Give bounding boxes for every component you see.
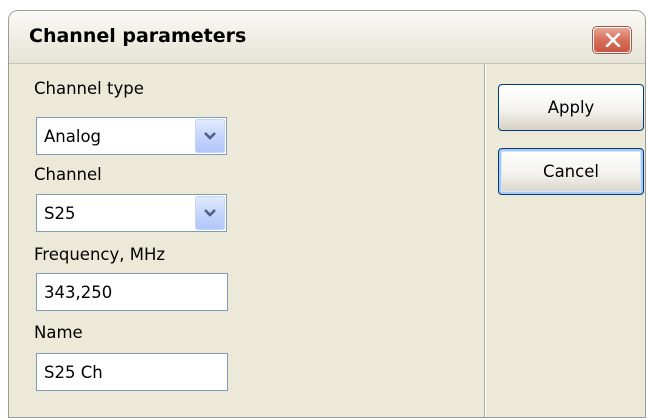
name-label: Name bbox=[34, 323, 83, 342]
name-field[interactable]: S25 Ch bbox=[36, 353, 228, 391]
cancel-button[interactable]: Cancel bbox=[498, 148, 644, 195]
channel-value: S25 bbox=[44, 204, 76, 223]
chevron-down-icon bbox=[204, 132, 216, 140]
dialog-title: Channel parameters bbox=[29, 25, 247, 47]
frequency-field[interactable]: 343,250 bbox=[36, 273, 228, 311]
channel-select[interactable]: S25 bbox=[36, 194, 227, 232]
close-button[interactable] bbox=[592, 26, 632, 54]
vertical-divider bbox=[484, 64, 486, 417]
apply-button[interactable]: Apply bbox=[498, 84, 644, 131]
title-bar[interactable]: Channel parameters bbox=[9, 11, 645, 64]
channel-parameters-dialog: Channel parameters Channel type Analog C… bbox=[8, 10, 646, 418]
cancel-button-label: Cancel bbox=[543, 162, 599, 181]
channel-type-select[interactable]: Analog bbox=[36, 117, 227, 155]
frequency-value: 343,250 bbox=[44, 283, 113, 302]
frequency-label: Frequency, MHz bbox=[34, 245, 166, 264]
chevron-down-icon bbox=[204, 209, 216, 217]
channel-type-value: Analog bbox=[44, 127, 102, 146]
dialog-body: Channel type Analog Channel S25 Frequenc… bbox=[9, 64, 645, 417]
apply-button-label: Apply bbox=[547, 98, 595, 117]
close-icon bbox=[605, 33, 621, 47]
channel-type-label: Channel type bbox=[34, 79, 144, 98]
channel-dropdown-button[interactable] bbox=[195, 196, 225, 230]
name-value: S25 Ch bbox=[44, 363, 103, 382]
channel-label: Channel bbox=[34, 165, 102, 184]
channel-type-dropdown-button[interactable] bbox=[195, 119, 225, 153]
